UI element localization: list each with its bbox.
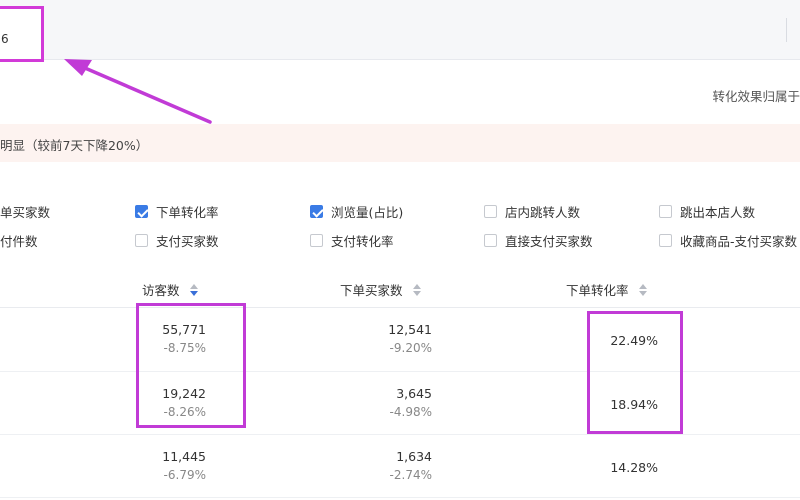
metric-label: 店内跳转人数 [505, 205, 581, 220]
checkbox-icon[interactable] [135, 234, 148, 247]
cell-change: -6.79% [163, 468, 206, 482]
cell-value: 3,645 [396, 386, 432, 401]
checkbox-icon[interactable] [659, 205, 672, 218]
metric-label: 收藏商品-支付买家数 [680, 234, 798, 249]
cell-value: 11,445 [162, 449, 206, 464]
top-filter-bar: 6 [0, 0, 800, 62]
metric-option[interactable]: 单买家数 [0, 202, 50, 221]
checkbox-icon[interactable] [484, 234, 497, 247]
metric-option[interactable]: 店内跳转人数 [484, 202, 580, 221]
cell-change: -2.74% [389, 468, 432, 482]
cell-value: 14.28% [610, 460, 658, 475]
checkbox-icon[interactable] [659, 234, 672, 247]
metric-option[interactable]: 支付买家数 [135, 231, 219, 250]
table-cell-rate: 14.28% [610, 460, 658, 475]
date-input-value[interactable]: 6 [1, 32, 9, 46]
column-header-order-rate[interactable]: 下单转化率 [566, 280, 647, 299]
checkbox-checked-icon[interactable] [135, 205, 148, 218]
table-cell-buyers: 12,541 -9.20% [388, 322, 432, 355]
metric-option[interactable]: 付件数 [0, 231, 38, 250]
highlight-box-rate [587, 311, 683, 434]
attribution-note: 转化效果归属于 [712, 89, 800, 104]
metric-option[interactable]: 浏览量(占比) [310, 202, 403, 221]
table-cell-buyers: 3,645 -4.98% [390, 386, 432, 419]
metric-label: 下单转化率 [156, 205, 219, 220]
table-header-divider [0, 307, 800, 308]
metric-label: 支付转化率 [331, 234, 394, 249]
metric-option[interactable]: 直接支付买家数 [484, 231, 593, 250]
metric-option[interactable]: 收藏商品-支付买家数 [659, 231, 797, 250]
row-divider [0, 497, 800, 498]
metric-option[interactable]: 跳出本店人数 [659, 202, 755, 221]
metric-label: 浏览量(占比) [331, 205, 404, 220]
metric-label: 单买家数 [0, 205, 51, 220]
column-header-label: 访客数 [142, 283, 180, 298]
metric-option[interactable]: 支付转化率 [310, 231, 394, 250]
metric-label: 付件数 [0, 234, 38, 249]
table-cell-buyers: 1,634 -2.74% [390, 449, 432, 482]
metric-label: 跳出本店人数 [680, 205, 756, 220]
cell-change: -9.20% [389, 341, 432, 355]
sort-icon[interactable] [638, 283, 647, 296]
sort-icon[interactable] [412, 283, 421, 296]
metric-label: 直接支付买家数 [505, 234, 593, 249]
top-bar-right-control[interactable] [786, 18, 800, 42]
metric-label: 支付买家数 [156, 234, 219, 249]
cell-value: 12,541 [388, 322, 432, 337]
checkbox-icon[interactable] [310, 234, 323, 247]
column-header-order-buyers[interactable]: 下单买家数 [340, 280, 421, 299]
checkbox-checked-icon[interactable] [310, 205, 323, 218]
cell-change: -4.98% [389, 405, 432, 419]
table-cell-visitors: 11,445 -6.79% [162, 449, 206, 482]
metric-option[interactable]: 下单转化率 [135, 202, 219, 221]
alert-banner: 明显（较前7天下降20%） [0, 124, 800, 162]
alert-text: 明显（较前7天下降20%） [0, 138, 149, 153]
date-input-highlight[interactable]: 6 [0, 6, 44, 62]
column-header-label: 下单买家数 [340, 283, 403, 298]
cell-value: 1,634 [396, 449, 432, 464]
highlight-box-visitors [136, 303, 246, 428]
column-header-visitors[interactable]: 访客数 [142, 280, 198, 299]
column-header-label: 下单转化率 [566, 283, 629, 298]
checkbox-icon[interactable] [484, 205, 497, 218]
sort-desc-icon[interactable] [189, 283, 198, 296]
row-divider [0, 434, 800, 435]
